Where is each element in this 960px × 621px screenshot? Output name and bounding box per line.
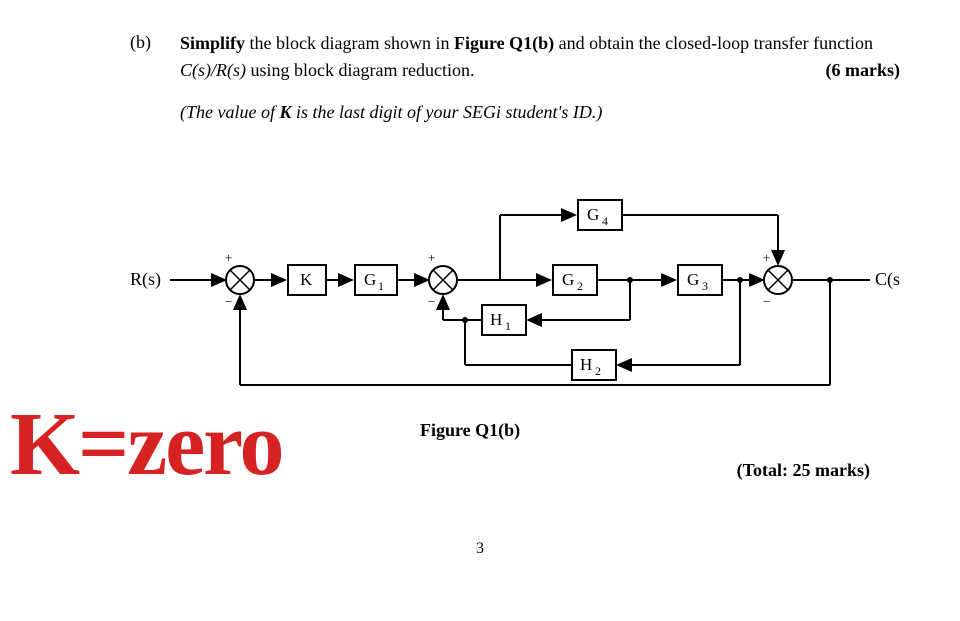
question-text: Simplify the block diagram shown in Figu… [180,30,900,84]
block-h1: H [490,310,502,329]
block-h2-sub: 2 [595,364,601,378]
block-k: K [300,270,313,289]
block-g3: G [687,270,699,289]
transfer-function: C(s)/R(s) [180,60,246,80]
sum2-minus: − [428,294,435,309]
block-diagram: R(s) + − K G 1 + − G 2 G 3 + − C(s) G 4 [130,190,900,390]
part-label: (b) [130,32,151,53]
question-fragment: the block diagram shown in [245,33,454,53]
input-label: R(s) [130,269,161,290]
note-k: K [279,102,291,122]
handwritten-annotation: K=zero [10,400,283,490]
block-g4-sub: 4 [602,214,608,228]
sum3-plus: + [763,250,770,265]
block-h2: H [580,355,592,374]
block-g1: G [364,270,376,289]
figure-caption: Figure Q1(b) [420,420,520,441]
block-g4: G [587,205,599,224]
total-marks: (Total: 25 marks) [737,460,870,481]
sum3-minus: − [763,294,770,309]
block-h1-sub: 1 [505,319,511,333]
block-g3-sub: 3 [702,279,708,293]
sum2-plus: + [428,250,435,265]
question-fragment: using block diagram reduction. [246,60,474,80]
note-fragment: (The value of [180,102,279,122]
block-g2-sub: 2 [577,279,583,293]
question-word-simplify: Simplify [180,33,245,53]
sum1-plus: + [225,250,232,265]
figure-ref: Figure Q1(b) [454,33,554,53]
question-fragment: and obtain the closed-loop transfer func… [554,33,873,53]
note-text: (The value of K is the last digit of you… [180,102,900,123]
page-number: 3 [476,540,484,558]
output-label: C(s) [875,269,900,290]
block-g1-sub: 1 [378,279,384,293]
marks-label: (6 marks) [826,57,901,84]
note-fragment: is the last digit of your SEGi student's… [292,102,603,122]
block-g2: G [562,270,574,289]
sum1-minus: − [225,294,232,309]
